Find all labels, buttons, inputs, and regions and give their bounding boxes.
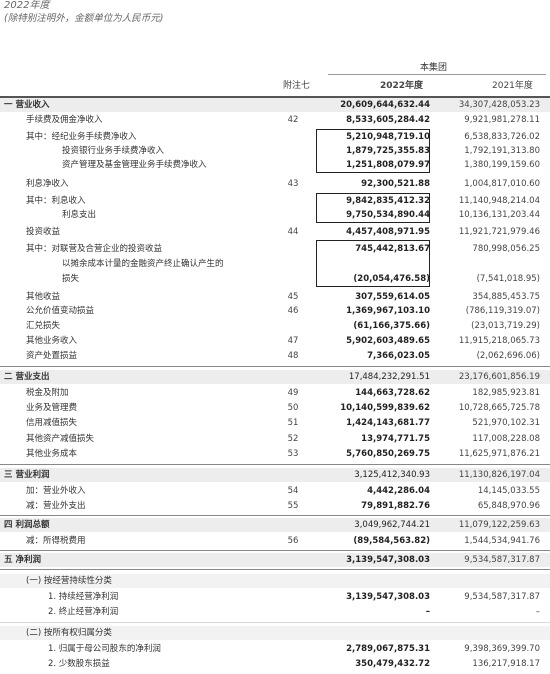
- table-row: 其中：对联营及合营企业的投资收益 745,442,813.67 780,998,05…: [26, 244, 540, 254]
- table-row: 减：所得税费用 56 (89,584,563.82) 1,544,534,941.76: [26, 536, 540, 546]
- table-row: 税金及附加 49 144,663,728.62 182,985,923.81: [26, 388, 540, 398]
- table-row: 投资银行业务手续费净收入 1,879,725,355.83 1,792,191,31…: [62, 146, 540, 156]
- table-row: 汇兑损失 (61,166,375.66) (23,013,719.29): [26, 321, 540, 331]
- divider: [0, 622, 550, 623]
- table-row: 加：营业外收入 54 4,442,286.04 14,145,033.55: [26, 486, 540, 496]
- group-underline: [328, 74, 546, 75]
- table-row: 损失 (20,054,476.58) (7,541,018.95): [62, 274, 540, 284]
- table-row: (二) 按所有权归属分类: [0, 626, 550, 640]
- table-row: 资产处置损益 48 7,366,023.05 (2,062,696.06): [26, 351, 540, 361]
- group-label: 本集团: [420, 63, 448, 73]
- table-row: 2. 终止经营净利润 – –: [48, 607, 540, 617]
- table-row: 业务及管理费 50 10,140,599,839.62 10,728,665,725.…: [26, 403, 540, 413]
- table-row: 利息净收入 43 92,300,521.88 1,004,817,010.60: [26, 179, 540, 189]
- table-row: 其中：经纪业务手续费净收入 5,210,948,719.10 6,538,833,7…: [26, 132, 540, 142]
- col-header-note: 附注七: [283, 81, 311, 91]
- table-row: 一 营业收入 20,609,644,632.44 34,307,428,053.23: [0, 98, 550, 112]
- divider: [0, 366, 550, 367]
- table-row: 以摊余成本计量的金融资产终止确认产生的: [62, 259, 224, 269]
- table-row: 其他业务成本 53 5,760,850,269.75 11,625,971,876.2…: [26, 449, 540, 459]
- table-row: 四 利润总额 3,049,962,744.21 11,079,122,259.63: [0, 518, 550, 532]
- table-row: 2. 少数股东损益 350,479,432.72 136,217,918.17: [48, 659, 540, 669]
- table-row: 三 营业利润 3,125,412,340.93 11,130,826,197.04: [0, 468, 550, 482]
- table-row: 二 营业支出 17,484,232,291.51 23,176,601,856.19: [0, 370, 550, 384]
- table-row: 手续费及佣金净收入 42 8,533,605,284.42 9,921,981,278…: [26, 115, 540, 125]
- table-row: 1. 持续经营净利润 3,139,547,308.03 9,534,587,317.…: [48, 592, 540, 602]
- table-row: 资产管理及基金管理业务手续费净收入 1,251,808,079.97 1,380,1…: [62, 160, 540, 170]
- divider: [0, 569, 550, 570]
- table-row: 其他资产减值损失 52 13,974,771.75 117,008,228.08: [26, 434, 540, 444]
- table-row: 减：营业外支出 55 79,891,882.76 65,848,970.96: [26, 501, 540, 511]
- col-header-2022: 2022年度: [380, 81, 424, 91]
- divider: [0, 515, 550, 516]
- table-row: 公允价值变动损益 46 1,369,967,103.10 (786,119,319.0…: [26, 306, 540, 316]
- table-row: 投资收益 44 4,457,408,971.95 11,921,721,979.46: [26, 227, 540, 237]
- table-row: 其他业务收入 47 5,902,603,489.65 11,915,218,065.7…: [26, 336, 540, 346]
- table-row: (一) 按经营持续性分类: [0, 574, 550, 588]
- table-row: 其中：利息收入 9,842,835,412.32 11,140,948,214.04: [26, 196, 540, 206]
- unit-note: (除特别注明外，金额单位为人民币元): [4, 13, 164, 24]
- table-row: 利息支出 9,750,534,890.44 10,136,131,203.44: [62, 210, 540, 220]
- table-row: 信用减值损失 51 1,424,143,681.77 521,970,102.31: [26, 418, 540, 428]
- divider: [0, 550, 550, 551]
- table-row: 1. 归属于母公司股东的净利润 2,789,067,875.31 9,398,369…: [48, 644, 540, 654]
- col-header-2021: 2021年度: [492, 81, 533, 91]
- divider: [0, 464, 550, 465]
- table-row: 五 净利润 3,139,547,308.03 9,534,587,317.87: [0, 553, 550, 567]
- table-row: 其他收益 45 307,559,614.05 354,885,453.75: [26, 292, 540, 302]
